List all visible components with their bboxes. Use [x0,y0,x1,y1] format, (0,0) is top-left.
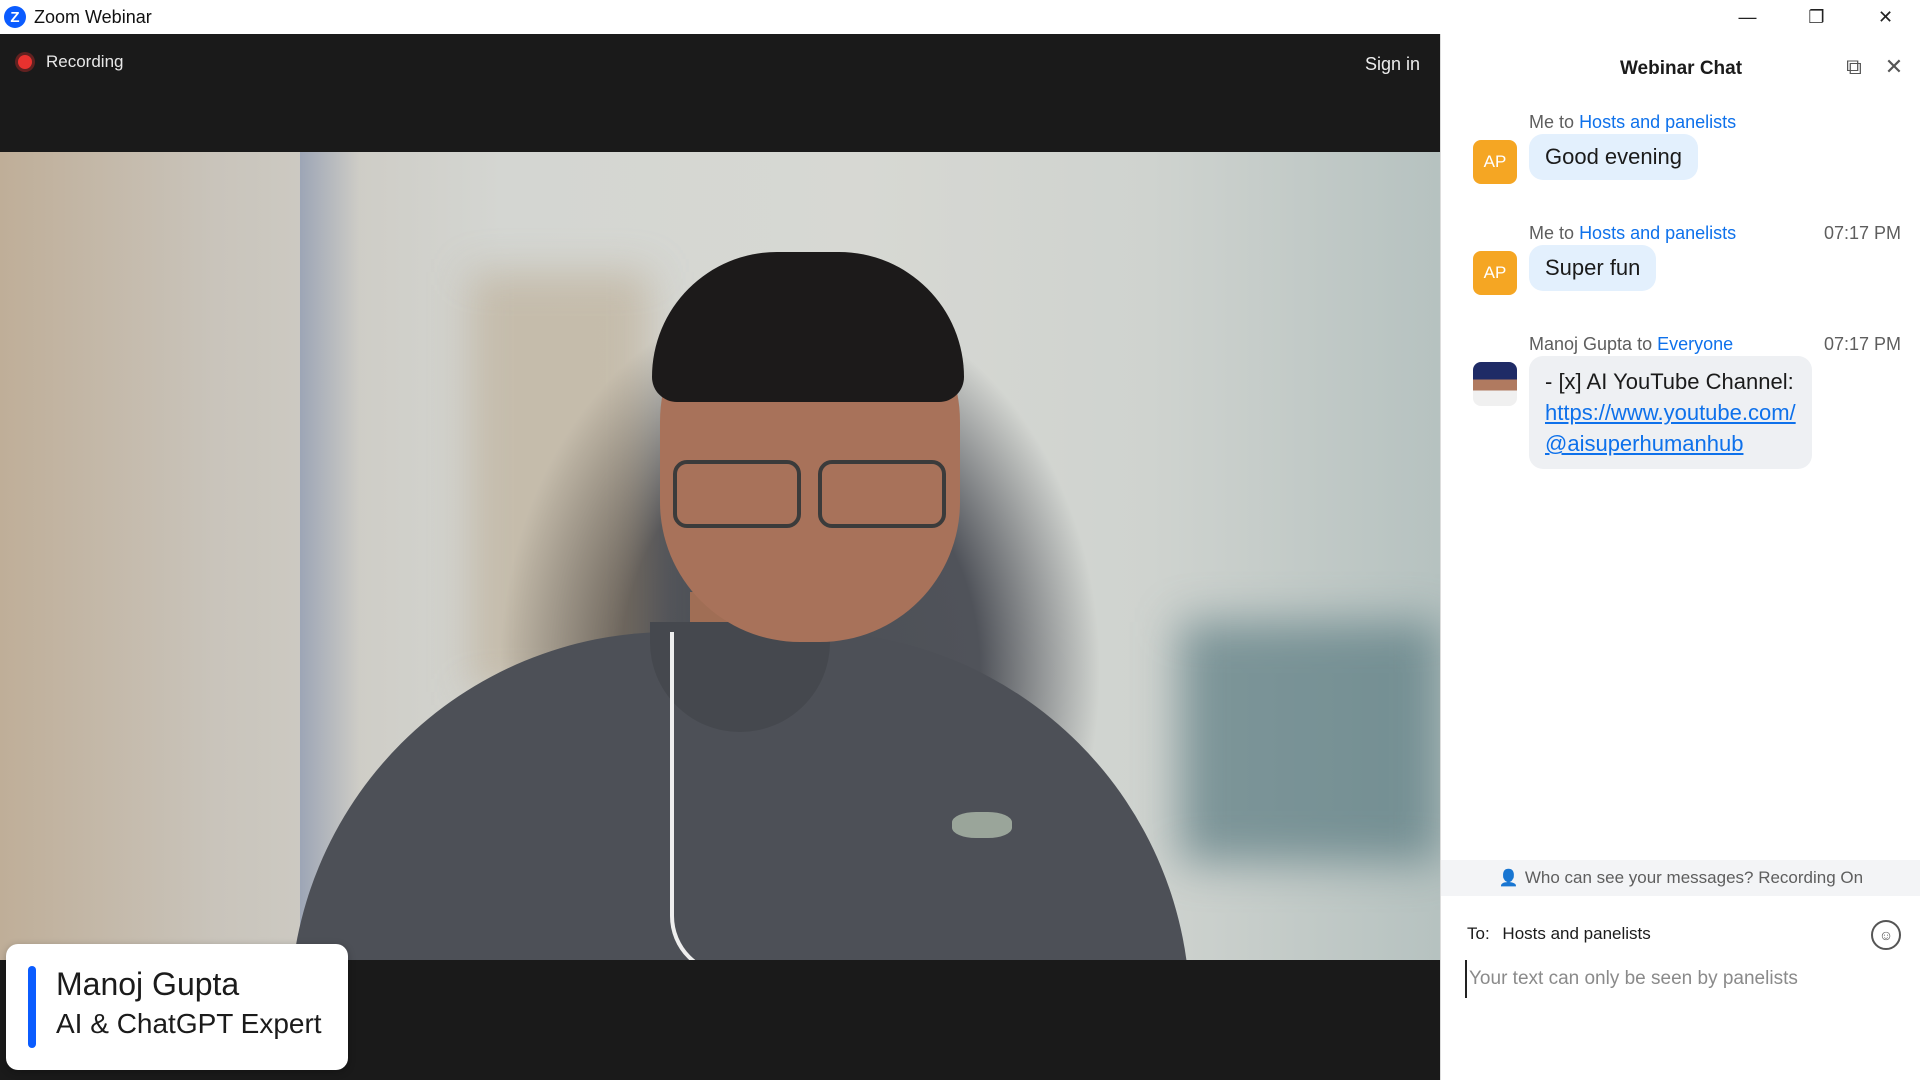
recipient-selector[interactable]: To: Hosts and panelists [1467,924,1651,944]
message-to-word: to [1559,223,1575,243]
visibility-text: Who can see your messages? Recording On [1524,868,1864,887]
recording-indicator: Recording [18,52,124,72]
webinar-chat-panel: Webinar Chat ⧉ ✕ Me to Hosts and panelis… [1440,34,1920,1080]
message-visibility-banner[interactable]: 👤 Who can see your messages? Recording O… [1441,860,1920,896]
video-background-chair [1180,622,1440,862]
video-background-door [470,272,650,692]
message-text: - [x] AI YouTube Channel: [1545,369,1794,394]
shirt-logo [952,812,1012,838]
message-meta: Me to Hosts and panelists [1529,112,1736,133]
chat-message-input[interactable] [1465,960,1901,998]
message-bubble[interactable]: - [x] AI YouTube Channel: https://www.yo… [1529,356,1812,469]
message-sender: Manoj Gupta [1529,334,1633,354]
chat-header: Webinar Chat ⧉ ✕ [1441,34,1920,100]
message-timestamp: 07:17 PM [1823,223,1901,243]
recipient-value: Hosts and panelists [1502,924,1651,943]
chat-message: Me to Hosts and panelists AP Good evenin… [1441,112,1920,202]
chat-message: Me to Hosts and panelists 07:17 PM AP Su… [1441,223,1920,313]
window-controls: — ❐ ✕ [1713,0,1920,34]
people-icon: 👤 [1498,870,1519,887]
window-title-bar: Z Zoom Webinar — ❐ ✕ [0,0,1920,35]
chat-title: Webinar Chat [1619,58,1743,79]
name-tag-accent-bar [28,966,36,1048]
message-meta: Manoj Gupta to Everyone [1529,334,1733,355]
close-chat-button[interactable]: ✕ [1881,54,1907,80]
message-recipient-link[interactable]: Everyone [1657,334,1733,354]
speaker-earphone [670,632,814,960]
recording-label: Recording [46,52,124,71]
youtube-link-line1: https://www.youtube.com/ [1545,400,1796,425]
message-timestamp: 07:17 PM [1823,334,1901,354]
popout-chat-button[interactable]: ⧉ [1841,54,1867,80]
message-recipient-link[interactable]: Hosts and panelists [1579,223,1736,243]
minimize-icon: — [1738,6,1757,27]
message-recipient-link[interactable]: Hosts and panelists [1579,112,1736,132]
youtube-link-line2: @aisuperhumanhub [1545,431,1744,456]
recording-dot-icon [18,55,32,69]
to-label: To: [1467,924,1490,943]
message-meta: Me to Hosts and panelists [1529,223,1736,244]
minimize-button[interactable]: — [1713,0,1782,34]
speaker-name-tag: Manoj Gupta AI & ChatGPT Expert [6,944,348,1070]
restore-icon: ❐ [1808,6,1825,27]
zoom-logo-icon: Z [4,6,26,28]
close-window-button[interactable]: ✕ [1851,0,1920,34]
avatar [1473,362,1517,406]
speaker-glasses-left [673,460,801,528]
message-sender: Me [1529,112,1555,132]
avatar: AP [1473,251,1517,295]
close-icon: ✕ [1884,54,1904,79]
speaker-title: AI & ChatGPT Expert [56,1008,322,1039]
video-area: Recording Sign in [0,34,1440,1080]
emoji-button[interactable]: ☺ [1871,920,1901,950]
emoji-icon: ☺ [1878,927,1894,943]
avatar: AP [1473,140,1517,184]
message-bubble[interactable]: Good evening [1529,134,1698,180]
message-sender: Me [1529,223,1555,243]
speaker-glasses-right [818,460,946,528]
speaker-hair [652,252,964,402]
message-to-word: to [1559,112,1575,132]
speaker-name: Manoj Gupta [56,966,240,1002]
chat-message: Manoj Gupta to Everyone 07:17 PM - [x] A… [1441,334,1920,484]
sign-in-button[interactable]: Sign in [1365,54,1420,75]
speaker-video [0,152,1440,960]
youtube-link[interactable]: https://www.youtube.com/ @aisuperhumanhub [1545,400,1796,456]
window-title: Zoom Webinar [34,6,152,27]
message-to-word: to [1637,334,1653,354]
message-bubble[interactable]: Super fun [1529,245,1657,291]
popout-icon: ⧉ [1846,54,1862,79]
close-icon: ✕ [1877,6,1894,27]
restore-button[interactable]: ❐ [1782,0,1851,34]
